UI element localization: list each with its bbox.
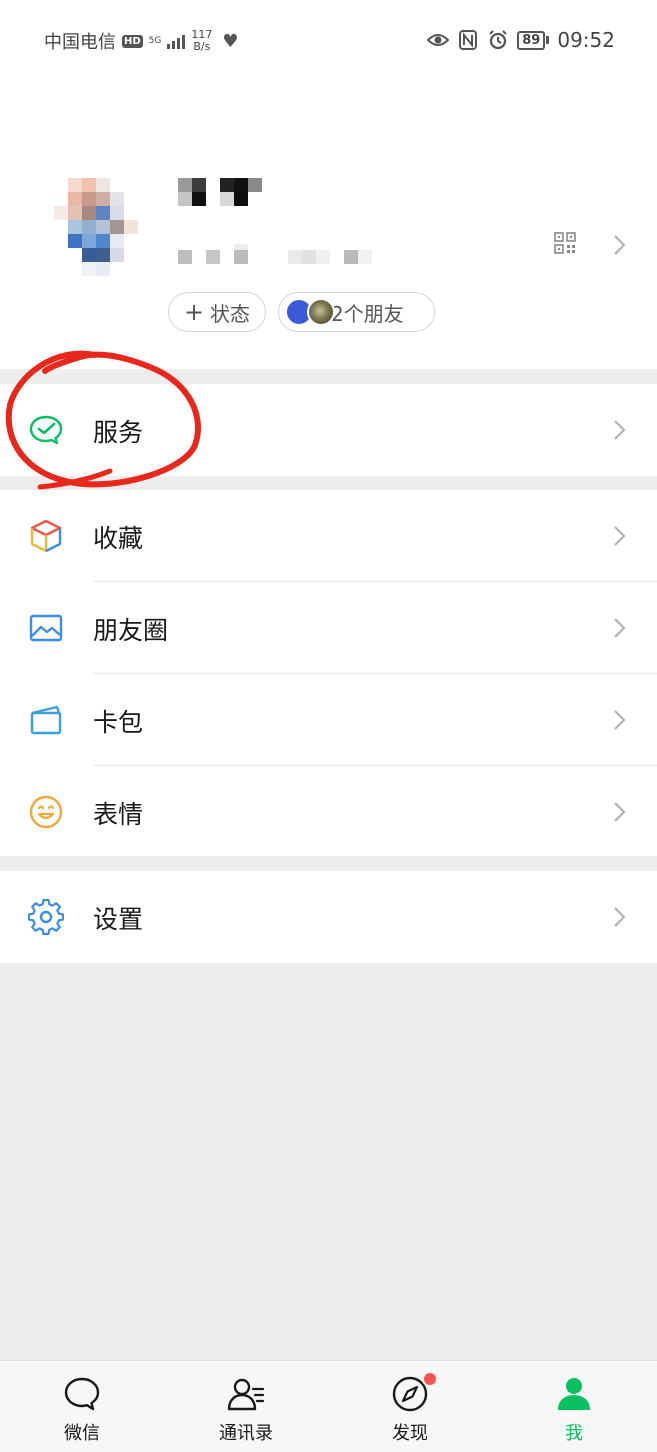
wechat-id-pixelated xyxy=(178,244,372,264)
signal-icon xyxy=(167,33,186,49)
favorites-cube-icon xyxy=(30,519,62,553)
menu-item-moments[interactable]: 朋友圈 xyxy=(0,582,657,674)
eye-comfort-icon xyxy=(427,29,450,51)
status-right: 89 09:52 xyxy=(427,28,615,52)
nfc-icon xyxy=(457,29,479,51)
profile-header[interactable]: + 状态 2个朋友 xyxy=(0,84,657,369)
friends-label: 2个朋友 xyxy=(331,301,404,326)
tab-label-discover: 发现 xyxy=(392,1423,428,1444)
bottom-tab-bar: 微信 通讯录 发现 我 xyxy=(0,1360,657,1452)
gear-icon xyxy=(28,899,64,935)
menu-label-favorites: 收藏 xyxy=(93,524,144,553)
plus-icon: + xyxy=(183,298,205,326)
network-type: 5G xyxy=(148,36,162,46)
menu-item-settings[interactable]: 设置 xyxy=(0,871,657,963)
menu-item-cards[interactable]: 卡包 xyxy=(0,674,657,766)
tab-label-chats: 微信 xyxy=(64,1423,100,1444)
health-heart-icon: ♥ xyxy=(222,30,239,52)
chevron-right-icon xyxy=(614,420,626,440)
tab-label-contacts: 通讯录 xyxy=(219,1423,273,1444)
battery-level: 89 xyxy=(517,30,546,50)
notification-dot xyxy=(422,1371,438,1387)
friend-avatars xyxy=(285,298,337,326)
menu-label-moments: 朋友圈 xyxy=(93,616,169,645)
friends-status-button[interactable]: 2个朋友 xyxy=(278,292,435,332)
qr-code-icon[interactable] xyxy=(554,232,576,254)
tab-me[interactable]: 我 xyxy=(514,1361,634,1452)
alarm-icon xyxy=(487,29,509,51)
nickname-pixelated xyxy=(178,178,262,206)
smiley-icon xyxy=(29,795,63,829)
main-menu-section: 收藏 朋友圈 卡包 表情 xyxy=(0,490,657,856)
person-icon xyxy=(558,1378,590,1410)
menu-label-cards: 卡包 xyxy=(93,708,144,737)
chevron-right-icon xyxy=(614,618,626,638)
tab-contacts[interactable]: 通讯录 xyxy=(186,1361,306,1452)
status-left: 中国电信 HD 5G 117 B/s ♥ xyxy=(44,28,239,54)
card-wallet-icon xyxy=(30,705,62,735)
menu-label-service: 服务 xyxy=(93,418,144,447)
menu-item-service[interactable]: 服务 xyxy=(0,384,657,476)
moments-image-icon xyxy=(29,614,63,642)
menu-item-favorites[interactable]: 收藏 xyxy=(0,490,657,582)
chevron-right-icon xyxy=(614,710,626,730)
network-speed: 117 B/s xyxy=(191,29,212,53)
service-section: 服务 xyxy=(0,384,657,476)
clock: 09:52 xyxy=(557,28,615,52)
chevron-right-icon xyxy=(614,235,626,255)
contacts-icon xyxy=(227,1378,265,1411)
tab-label-me: 我 xyxy=(565,1423,583,1444)
tab-chats[interactable]: 微信 xyxy=(22,1361,142,1452)
tab-discover[interactable]: 发现 xyxy=(350,1361,470,1452)
hd-badge: HD xyxy=(122,34,143,48)
friend-avatar xyxy=(307,298,335,326)
carrier-name: 中国电信 xyxy=(44,32,116,53)
settings-section: 设置 xyxy=(0,871,657,963)
menu-item-stickers[interactable]: 表情 xyxy=(0,766,657,858)
battery-icon: 89 xyxy=(517,30,550,50)
chat-bubble-icon xyxy=(64,1377,100,1411)
chevron-right-icon xyxy=(614,526,626,546)
service-icon xyxy=(29,415,63,445)
add-status-button[interactable]: + 状态 xyxy=(168,292,266,332)
speed-unit: B/s xyxy=(193,40,211,53)
chevron-right-icon xyxy=(614,907,626,927)
menu-label-stickers: 表情 xyxy=(93,800,144,829)
status-label: 状态 xyxy=(210,301,251,326)
status-bar: 中国电信 HD 5G 117 B/s ♥ 89 09:52 xyxy=(0,0,657,84)
menu-label-settings: 设置 xyxy=(93,905,144,934)
avatar[interactable] xyxy=(54,178,152,276)
chevron-right-icon xyxy=(614,802,626,822)
